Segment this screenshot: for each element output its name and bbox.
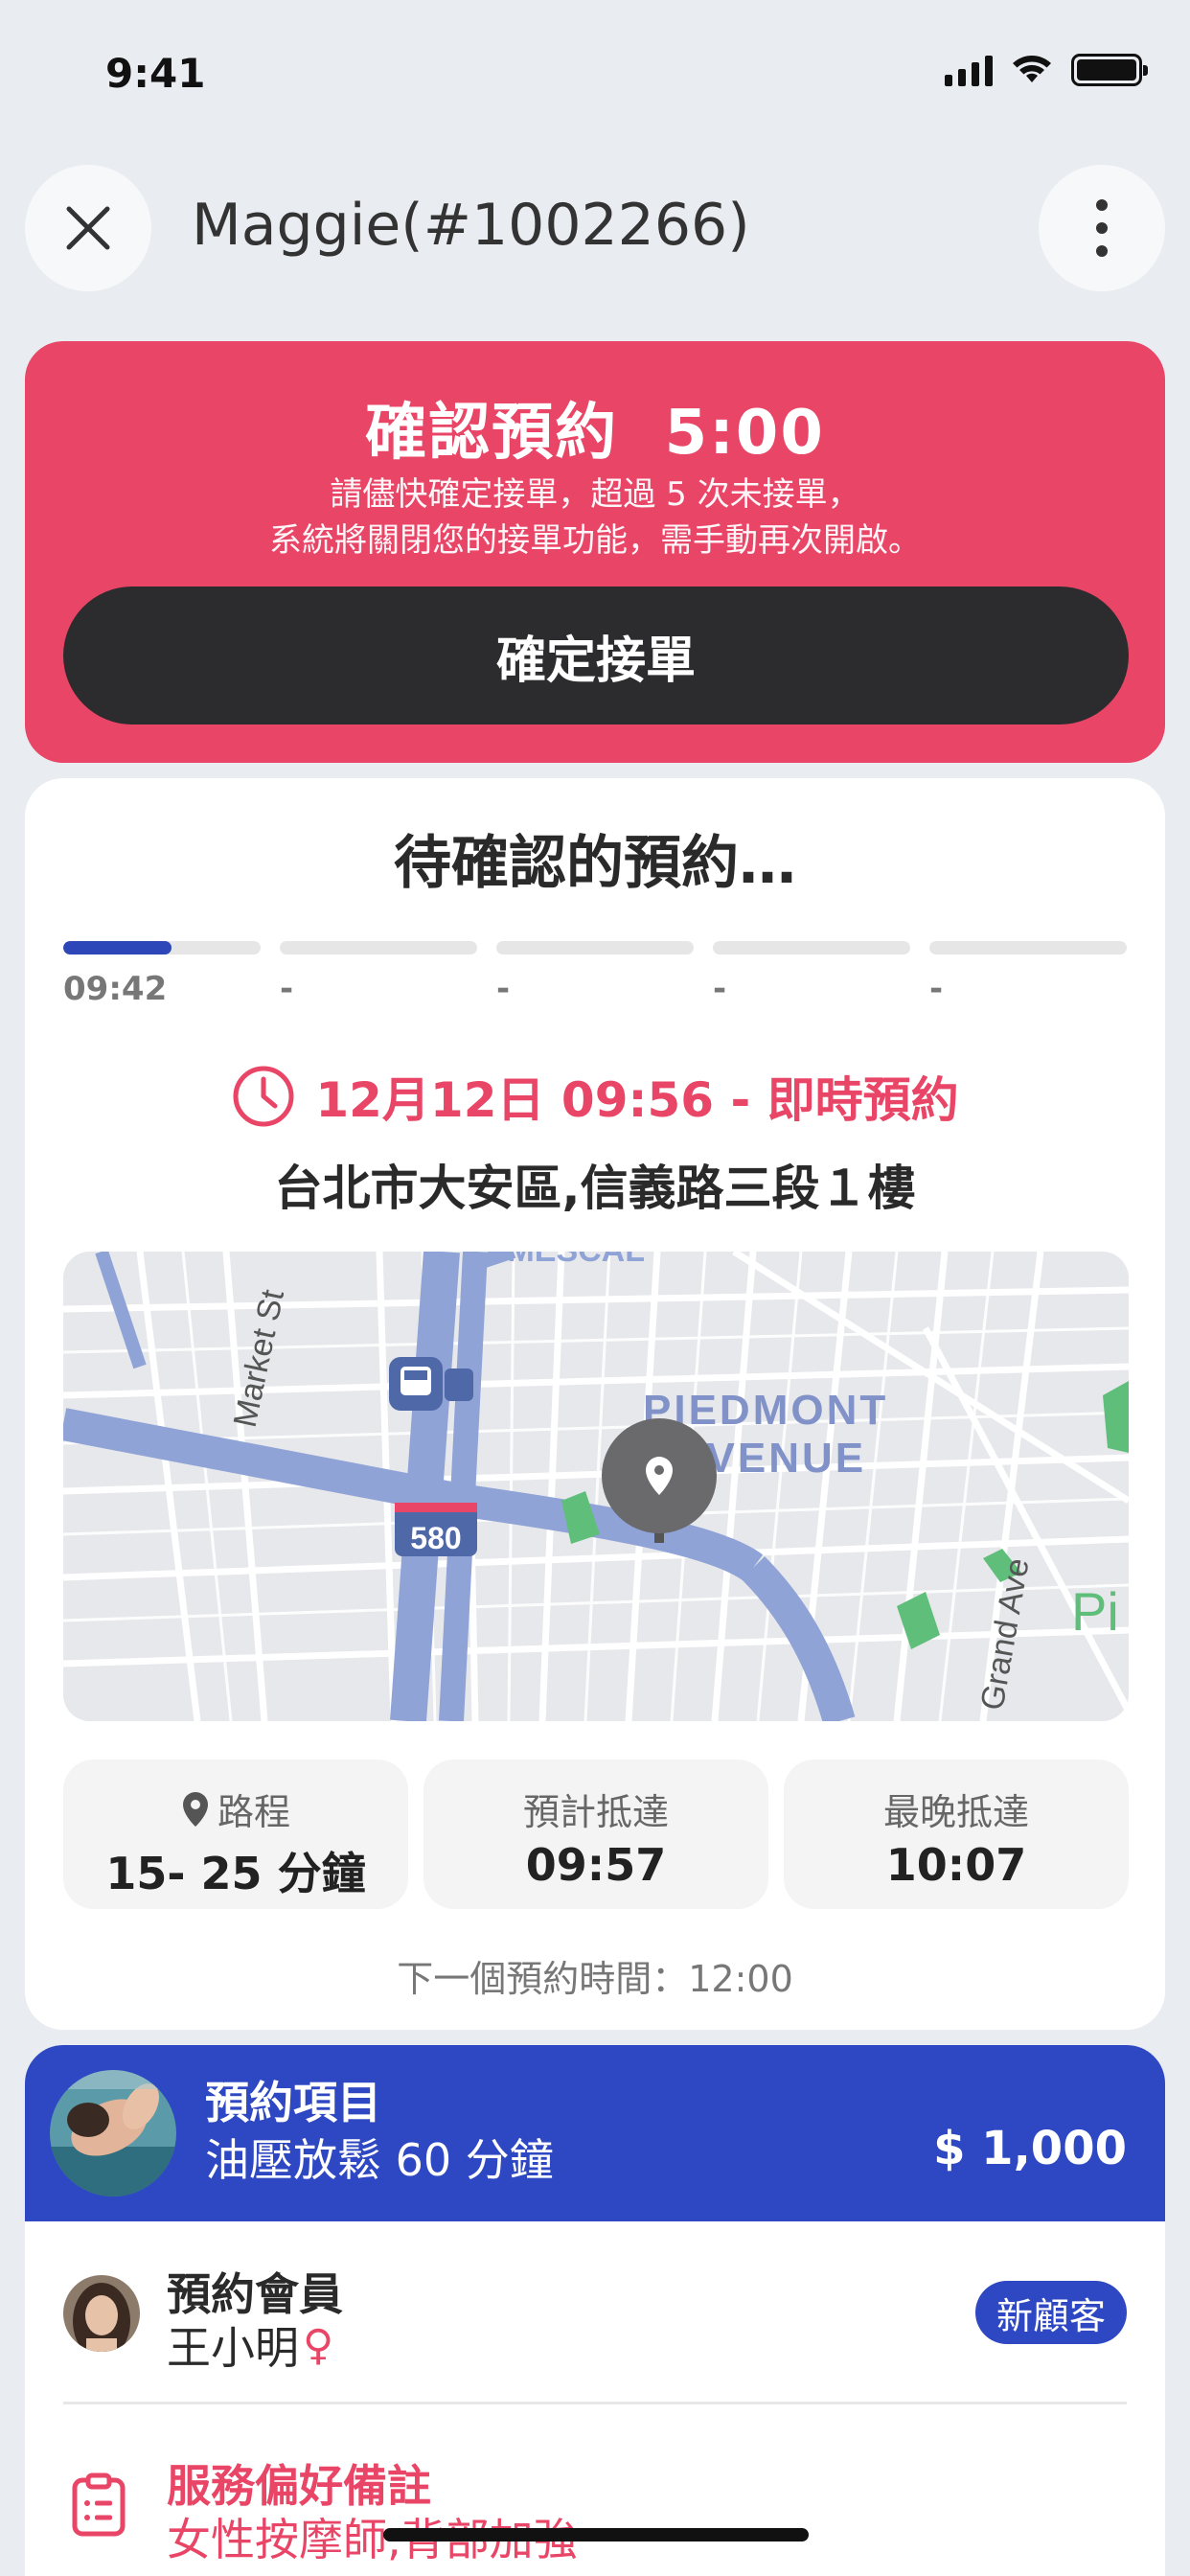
progress-label: 09:42 — [63, 970, 168, 1008]
page-title: Maggie(#1002266) — [192, 192, 750, 259]
progress-fill — [63, 941, 172, 954]
location-map[interactable]: Market St TEMESCAL PIEDMONT AVENUE Grand… — [63, 1252, 1129, 1721]
accept-order-button[interactable]: 確定接單 — [63, 586, 1129, 724]
stat-travel-time: 路程 15- 25 分鐘 — [63, 1760, 408, 1909]
clock-icon — [233, 1066, 294, 1127]
wifi-icon — [1013, 56, 1051, 82]
highway-number: 580 — [410, 1521, 461, 1555]
trip-stats: 路程 15- 25 分鐘 預計抵達 09:57 最晚抵達 10:07 — [63, 1760, 1129, 1909]
member-section: 預約會員 王小明 ♀ 新顧客 服務偏好備註 女性按摩師,背部加強 — [25, 2221, 1165, 2576]
appointment-time: 12月12日 09:56 - 即時預約 — [315, 1072, 959, 1128]
stat-label: 最晚抵達 — [882, 1791, 1029, 1833]
confirm-message-line2: 系統將關閉您的接單功能，需手動再次開啟。 — [269, 521, 921, 560]
more-options-button[interactable] — [1039, 165, 1165, 291]
progress-segment — [713, 941, 910, 954]
member-name-row: 王小明 ♀ — [167, 2313, 333, 2377]
pending-booking-card: 待確認的預約… 09:42 - - - - 12月12日 09:56 - 即時預… — [25, 778, 1165, 2030]
battery-icon — [1071, 54, 1148, 86]
progress-steps — [63, 941, 1127, 954]
stat-label: 路程 — [217, 1791, 290, 1833]
progress-segment — [496, 941, 694, 954]
progress-label: - — [713, 970, 727, 1008]
home-indicator[interactable] — [383, 2528, 809, 2542]
next-appointment: 下一個預約時間：12:00 — [397, 1958, 793, 2000]
divider — [63, 2402, 1127, 2404]
avatar — [63, 2275, 140, 2352]
more-vertical-icon — [1096, 199, 1108, 257]
female-icon: ♀ — [303, 2320, 334, 2370]
progress-label: - — [496, 970, 511, 1008]
progress-label: - — [280, 970, 294, 1008]
progress-segment — [280, 941, 477, 954]
status-icons — [945, 54, 1148, 86]
location-pin-icon — [182, 1791, 208, 1827]
member-name: 王小明 — [167, 2322, 299, 2374]
cellular-signal-icon — [945, 54, 993, 86]
progress-label: - — [929, 970, 944, 1008]
new-customer-badge: 新顧客 — [974, 2281, 1127, 2344]
stat-label: 預計抵達 — [522, 1791, 669, 1833]
service-address: 台北市大安區,信義路三段１樓 — [274, 1161, 916, 1216]
close-icon — [66, 206, 110, 250]
highway-shield-icon: 580 — [395, 1503, 477, 1556]
stat-latest-arrival: 最晚抵達 10:07 — [784, 1760, 1129, 1909]
confirm-title: 確認預約 5:00 — [365, 398, 825, 469]
map-label-temescal: TEMESCAL — [466, 1252, 645, 1269]
confirm-booking-card: 確認預約 5:00 請儘快確定接單，超過 5 次未接單， 系統將關閉您的接單功能… — [25, 341, 1165, 763]
progress-labels: 09:42 - - - - — [63, 970, 1127, 1008]
progress-segment — [63, 941, 261, 954]
service-title: 預約項目 — [205, 2077, 381, 2128]
clipboard-icon — [72, 2472, 126, 2537]
confirm-message-line1: 請儘快確定接單，超過 5 次未接單， — [330, 475, 860, 514]
service-image — [50, 2070, 176, 2196]
map-graphic: Market St TEMESCAL PIEDMONT AVENUE Grand… — [63, 1252, 1129, 1721]
pending-title: 待確認的預約… — [394, 830, 796, 897]
close-button[interactable] — [25, 165, 151, 291]
confirm-message: 請儘快確定接單，超過 5 次未接單， 系統將關閉您的接單功能，需手動再次開啟。 — [25, 472, 1165, 564]
stat-value: 15- 25 分鐘 — [105, 1848, 366, 1899]
status-time: 9:41 — [105, 50, 206, 97]
stat-estimated-arrival: 預計抵達 09:57 — [423, 1760, 768, 1909]
stat-value: 10:07 — [885, 1839, 1027, 1891]
stat-value: 09:57 — [525, 1839, 667, 1891]
progress-segment — [929, 941, 1127, 954]
map-label-pi: Pi — [1071, 1581, 1119, 1642]
service-item-bar: 預約項目 油壓放鬆 60 分鐘 $ 1,000 — [25, 2045, 1165, 2221]
appointment-time-row: 12月12日 09:56 - 即時預約 — [25, 1062, 1165, 1131]
service-price: $ 1,000 — [933, 2122, 1127, 2175]
service-name: 油壓放鬆 60 分鐘 — [205, 2134, 554, 2186]
